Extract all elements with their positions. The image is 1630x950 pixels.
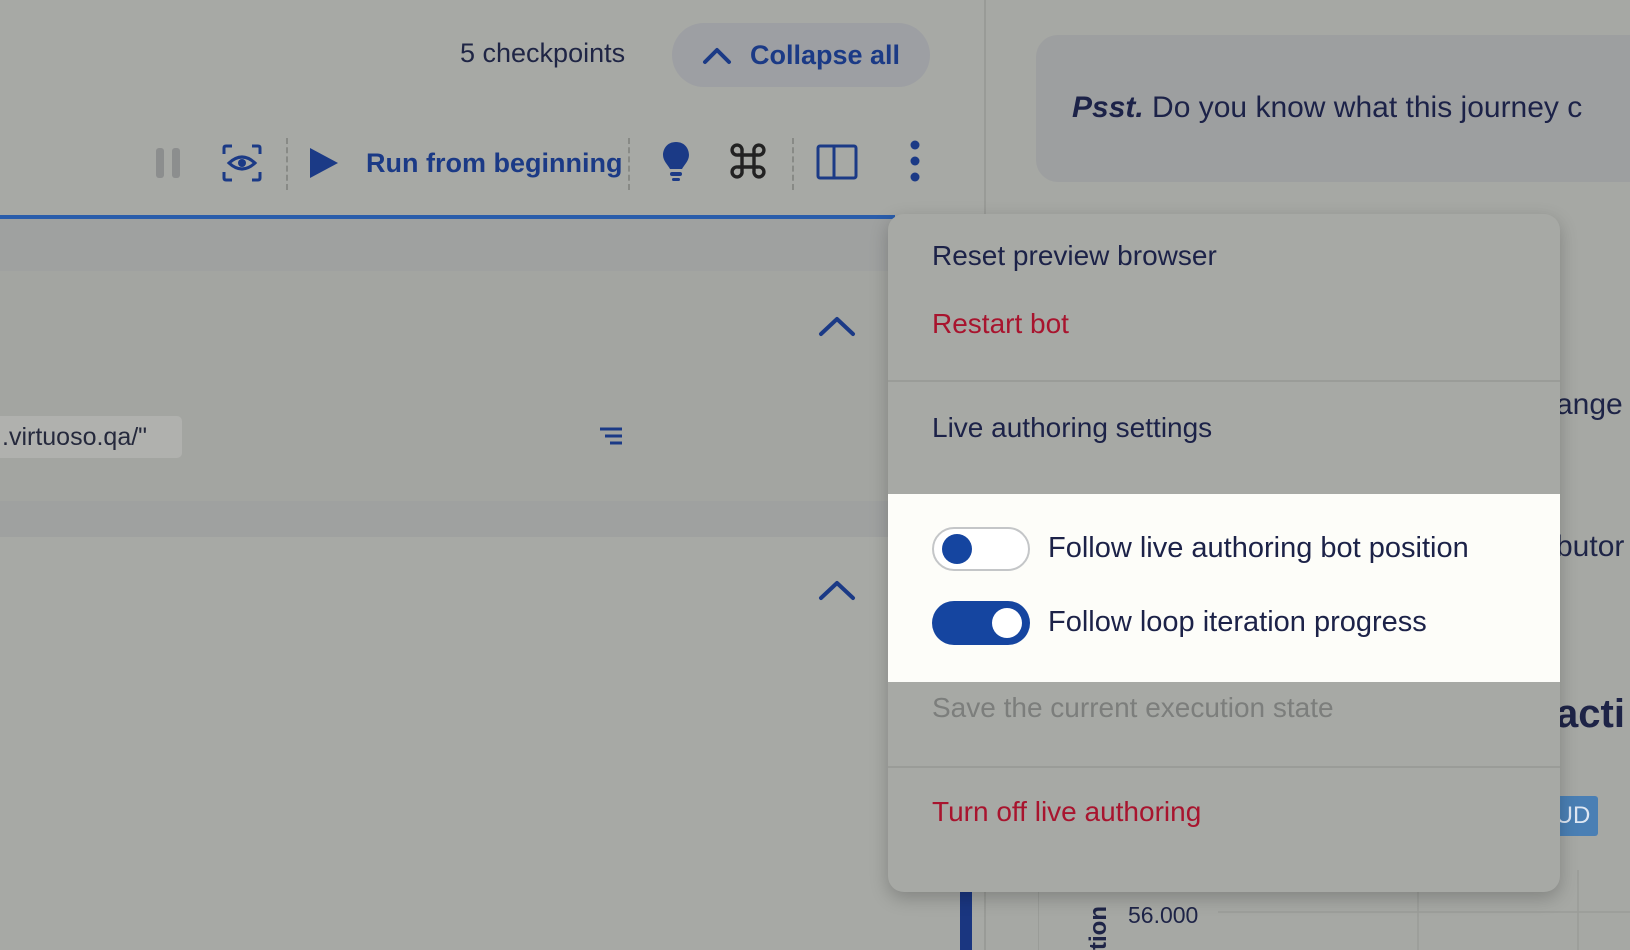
toggle-knob: [942, 534, 972, 564]
menu-item-save-execution-state: Save the current execution state: [932, 692, 1334, 723]
preview-text-fragment: ange: [1556, 388, 1623, 421]
run-from-beginning-label: Run from beginning: [366, 147, 623, 178]
menu-divider: [888, 380, 1560, 382]
menu-item-reset-preview-browser[interactable]: Reset preview browser: [932, 240, 1217, 272]
follow-bot-position-label[interactable]: Follow live authoring bot position: [1048, 532, 1469, 565]
section-strip: [0, 219, 984, 271]
section-strip: [0, 501, 984, 537]
chart-y-axis-title: tion: [1085, 906, 1112, 950]
tip-banner: Psst. Do you know what this journey c: [1036, 35, 1630, 182]
run-from-beginning-button[interactable]: Run from beginning: [306, 138, 622, 188]
menu-section-live-authoring-settings: Live authoring settings: [932, 412, 1213, 443]
toolbar-divider: [792, 138, 794, 190]
menu-item-restart-bot[interactable]: Restart bot: [932, 308, 1069, 340]
chevron-up-icon[interactable]: [818, 578, 856, 607]
split-panel-icon[interactable]: [814, 140, 860, 184]
toolbar-divider: [286, 138, 288, 190]
collapse-all-label: Collapse all: [750, 39, 901, 70]
filter-list-icon[interactable]: [598, 424, 624, 455]
preview-text-fragment: butor: [1556, 530, 1625, 563]
eye-scan-icon[interactable]: [216, 138, 268, 188]
tip-emphasis: Psst.: [1072, 91, 1144, 124]
chevron-up-icon: [703, 48, 731, 64]
more-options-menu: Reset preview browser Restart bot Live a…: [888, 214, 1560, 892]
menu-item-turn-off-live-authoring[interactable]: Turn off live authoring: [932, 796, 1201, 828]
checkpoint-card: [0, 537, 900, 950]
more-vertical-icon[interactable]: [900, 136, 930, 186]
toolbar-divider: [628, 138, 630, 190]
checkpoints-count: 5 checkpoints: [460, 38, 626, 68]
follow-bot-position-toggle[interactable]: [932, 527, 1030, 571]
play-icon: [310, 148, 338, 178]
chevron-up-icon[interactable]: [818, 314, 856, 343]
follow-loop-iteration-toggle[interactable]: [932, 601, 1030, 645]
menu-divider: [888, 766, 1560, 768]
chart-y-tick: 56.000: [1128, 902, 1199, 928]
live-authoring-settings-panel: Follow live authoring bot position Follo…: [888, 494, 1560, 682]
preview-accent-bar: [960, 892, 972, 950]
preview-heading-fragment: acti: [1556, 692, 1625, 736]
tip-text: Do you know what this journey c: [1143, 91, 1583, 124]
url-chip: .virtuoso.qa/": [0, 416, 182, 458]
toggle-knob: [992, 608, 1022, 638]
pause-icon[interactable]: [150, 140, 186, 186]
follow-loop-iteration-label[interactable]: Follow loop iteration progress: [1048, 606, 1427, 639]
collapse-all-button[interactable]: Collapse all: [672, 23, 930, 87]
lightbulb-icon[interactable]: [656, 136, 696, 186]
command-icon[interactable]: [726, 138, 770, 184]
checkpoint-card: [0, 271, 984, 503]
